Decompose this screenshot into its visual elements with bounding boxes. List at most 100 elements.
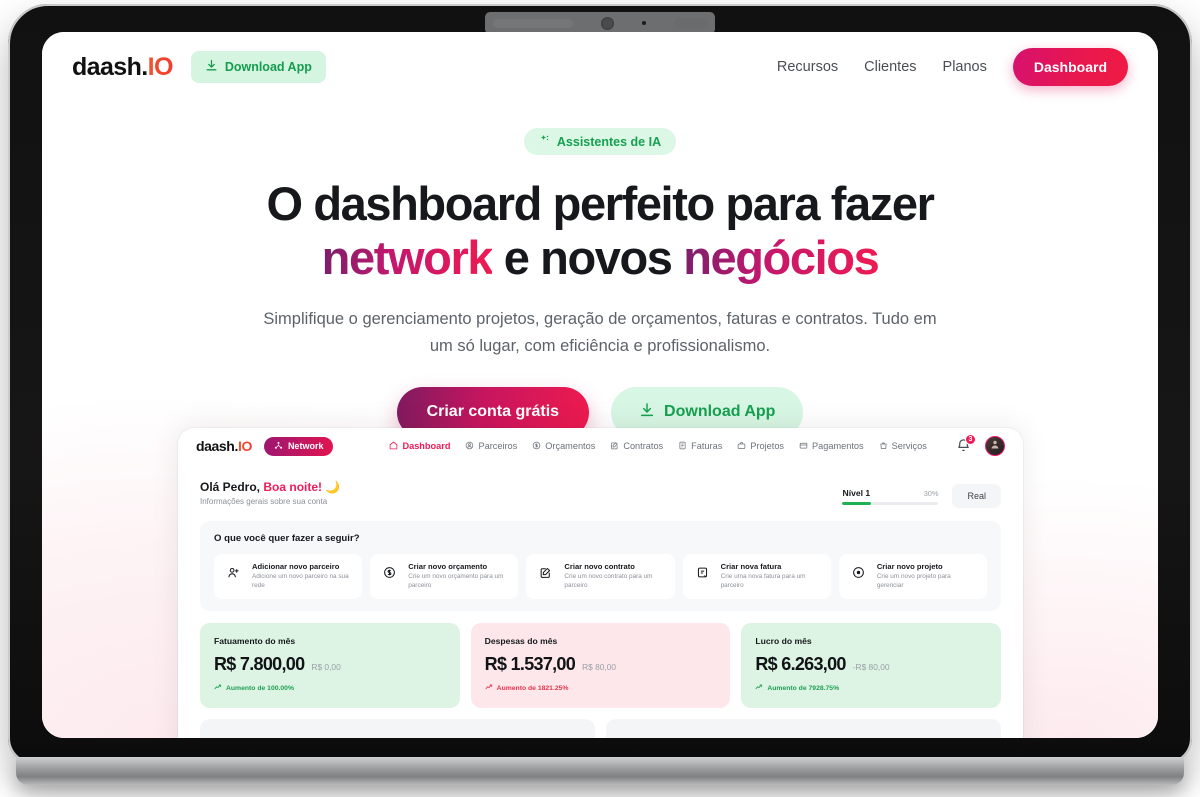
nav-item-clientes[interactable]: Clientes (864, 59, 916, 75)
app-nav-item-projetos[interactable]: Projetos (737, 441, 784, 452)
users-icon (465, 441, 474, 452)
greeting-name: Olá Pedro, (200, 480, 261, 494)
action-card-text: Criar novo orçamento Crie um novo orçame… (408, 562, 509, 591)
avatar[interactable] (985, 436, 1005, 456)
action-card-add-partner[interactable]: Adicionar novo parceiro Adicione um novo… (214, 554, 363, 600)
action-card-text: Criar novo contrato Crie um novo contrat… (564, 562, 665, 591)
coin-icon (379, 562, 401, 583)
trend-up-icon (755, 683, 763, 693)
stat-label: Fatuamento do mês (214, 636, 296, 647)
network-icon (274, 441, 283, 452)
nav-item-recursos[interactable]: Recursos (777, 59, 838, 75)
camera-lens-icon (600, 16, 614, 30)
ai-assistants-badge[interactable]: Assistentes de IA (523, 128, 677, 155)
placeholder-card (606, 719, 1001, 738)
moon-icon: 🌙 (325, 480, 341, 494)
app-logo[interactable]: daash.IO (196, 438, 252, 454)
app-nav-item-servicos[interactable]: Serviços (879, 441, 927, 452)
site-logo-text: daash. (72, 52, 148, 81)
coin-icon (532, 441, 541, 452)
app-nav-label: Projetos (750, 441, 785, 451)
stat-previous-value: R$ 0,00 (311, 662, 341, 673)
action-card-title: Criar novo projeto (876, 562, 943, 571)
app-nav-item-dashboard[interactable]: Dashboard (389, 441, 450, 452)
hero-title-mid: e novos (492, 230, 684, 284)
stat-previous-value: -R$ 80,00 (852, 662, 890, 673)
level-top-row: Nível 1 30% (842, 488, 938, 498)
action-card-new-budget[interactable]: Criar novo orçamento Crie um novo orçame… (370, 554, 519, 600)
app-nav-item-faturas[interactable]: Faturas (678, 441, 722, 452)
dashboard-button[interactable]: Dashboard (1012, 48, 1128, 86)
app-nav-label: Dashboard (402, 441, 451, 451)
level-progress-track (842, 501, 939, 505)
notifications-count-badge: 3 (965, 434, 976, 445)
greeting-title: Olá Pedro, Boa noite! 🌙 (200, 480, 340, 494)
ai-assistants-badge-label: Assistentes de IA (556, 134, 662, 149)
sensor-dot-icon (641, 21, 646, 25)
screenshot-root: daash.IO Download App Recursos Clientes … (0, 0, 1200, 797)
stat-delta: Aumento de 7928.75% (755, 683, 987, 693)
below-fold-cards (200, 719, 1001, 738)
app-header-right: 3 (956, 434, 1005, 456)
quick-actions-title: O que você quer fazer a seguir? (214, 533, 360, 544)
action-card-title: Adicionar novo parceiro (252, 562, 340, 571)
level-progress: Nível 1 30% (842, 488, 939, 505)
action-card-title: Criar novo contrato (564, 562, 635, 571)
proximity-sensor-icon (673, 17, 708, 29)
notifications-bell[interactable]: 3 (956, 434, 976, 454)
app-header: daash.IO Network Dashboard Parceiros Orç… (178, 428, 1023, 464)
app-nav-item-orcamentos[interactable]: Orçamentos (532, 441, 595, 452)
device-base-edge (16, 757, 1184, 785)
action-card-desc: Crie um novo contrato para um parceiro (564, 573, 653, 590)
hero-section: Assistentes de IA O dashboard perfeito p… (42, 128, 1158, 438)
app-nav-item-parceiros[interactable]: Parceiros (465, 441, 517, 452)
action-card-new-contract[interactable]: Criar novo contrato Crie um novo contrat… (526, 554, 675, 600)
level-name: Nível 1 (842, 487, 871, 498)
dashboard-preview: daash.IO Network Dashboard Parceiros Orç… (178, 428, 1023, 738)
action-card-title: Criar nova fatura (720, 562, 782, 571)
hero-subtitle: Simplifique o gerenciamento projetos, ge… (263, 310, 937, 355)
action-card-desc: Adicione um novo parceiro na sua rede (252, 573, 349, 590)
app-nav-item-contratos[interactable]: Contratos (610, 441, 663, 452)
nav-item-planos[interactable]: Planos (943, 59, 987, 75)
action-card-new-invoice[interactable]: Criar nova fatura Crie uma nova fatura p… (682, 554, 831, 600)
network-badge-label: Network (287, 441, 324, 451)
tablet-device-frame: daash.IO Download App Recursos Clientes … (8, 4, 1192, 764)
action-card-text: Criar novo projeto Crie um novo projeto … (877, 562, 978, 591)
app-nav: Dashboard Parceiros Orçamentos Contratos… (389, 441, 927, 452)
speaker-grille-icon (492, 18, 573, 28)
trend-up-icon (485, 683, 493, 693)
header-download-app-button[interactable]: Download App (190, 51, 326, 83)
stat-card-expenses: Despesas do mês R$ 1.537,00 R$ 80,00 Aum… (470, 623, 731, 709)
stat-label: Lucro do mês (755, 636, 812, 647)
stat-value: R$ 6.263,00 (755, 654, 846, 675)
app-nav-item-pagamentos[interactable]: Pagamentos (799, 441, 864, 452)
app-nav-label: Serviços (891, 441, 927, 451)
action-card-new-project[interactable]: Criar novo projeto Crie um novo projeto … (838, 554, 988, 600)
stat-delta: Aumento de 1821.25% (485, 683, 717, 693)
stat-value-row: R$ 6.263,00 -R$ 80,00 (755, 654, 987, 675)
action-card-title: Criar novo orçamento (408, 562, 488, 571)
stat-delta-label: Aumento de 7928.75% (767, 684, 840, 692)
action-card-text: Adicionar novo parceiro Adicione um novo… (252, 562, 353, 591)
app-nav-label: Contratos (623, 441, 664, 451)
greeting-row: Olá Pedro, Boa noite! 🌙 Informações gera… (200, 480, 1001, 508)
stat-delta-label: Aumento de 1821.25% (496, 684, 569, 692)
user-plus-icon (223, 562, 244, 583)
site-logo[interactable]: daash.IO (72, 53, 173, 82)
network-badge[interactable]: Network (263, 436, 334, 456)
greeting-subtitle: Informações gerais sobre sua conta (200, 497, 328, 506)
currency-button[interactable]: Real (952, 484, 1001, 508)
action-card-desc: Crie um novo orçamento para um parceiro (408, 573, 504, 590)
download-icon (639, 402, 655, 423)
hero-title-line1: O dashboard perfeito para fazer (266, 177, 935, 230)
hero-title-network: network (321, 230, 494, 284)
placeholder-card (200, 719, 595, 738)
stat-previous-value: R$ 80,00 (582, 662, 617, 673)
trend-up-icon (214, 683, 222, 693)
header-download-app-label: Download App (224, 60, 312, 74)
stat-card-profit: Lucro do mês R$ 6.263,00 -R$ 80,00 Aumen… (741, 623, 1002, 709)
home-icon (389, 441, 398, 452)
avatar-icon (989, 437, 1001, 455)
stat-value-row: R$ 7.800,00 R$ 0,00 (214, 654, 446, 675)
